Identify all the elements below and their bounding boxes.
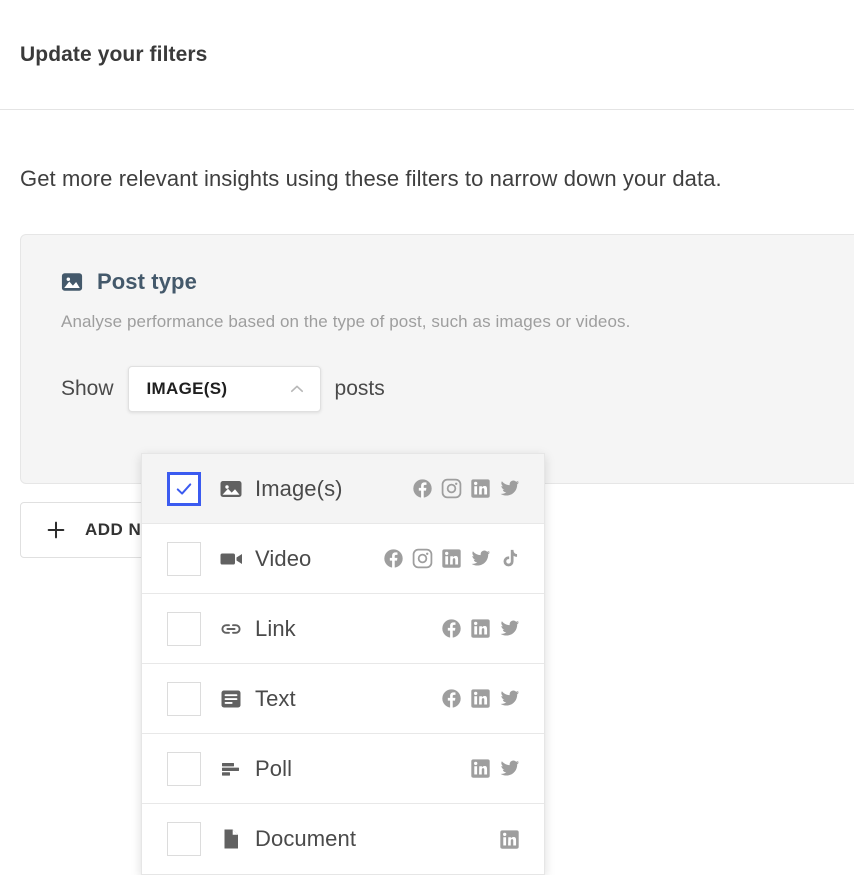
chevron-up-icon [288, 380, 306, 398]
network-availability-icons [412, 478, 520, 499]
option-label: Link [255, 615, 296, 641]
dropdown-option-poll[interactable]: Poll [142, 734, 544, 804]
show-label: Show [61, 377, 114, 400]
option-checkbox[interactable] [167, 822, 201, 856]
post-type-dropdown[interactable]: Image(s) Video Link Text Poll Document [141, 453, 545, 875]
dropdown-option-text[interactable]: Text [142, 664, 544, 734]
network-availability-icons [441, 618, 520, 639]
twitter-icon [499, 758, 520, 779]
filter-card-controls: Show IMAGE(S) posts [61, 366, 833, 412]
post-type-select-value: IMAGE(S) [146, 379, 228, 398]
option-label: Document [255, 826, 357, 851]
dropdown-option-link[interactable]: Link [142, 594, 544, 664]
image-icon [61, 271, 83, 293]
option-checkbox[interactable] [167, 681, 201, 716]
network-availability-icons [441, 688, 520, 709]
option-label: Poll [255, 755, 293, 781]
option-checkbox[interactable] [167, 471, 201, 506]
tiktok-icon [499, 548, 520, 569]
network-availability-icons [383, 548, 520, 569]
option-label: Image(s) [255, 475, 343, 501]
linkedin-icon [470, 478, 491, 499]
option-checkbox[interactable] [167, 751, 201, 786]
facebook-icon [441, 688, 462, 709]
linkedin-icon [499, 829, 520, 850]
dropdown-option-video[interactable]: Video [142, 524, 544, 594]
posts-label: posts [334, 377, 385, 400]
check-icon [176, 482, 192, 495]
plus-icon [45, 519, 67, 541]
facebook-icon [441, 618, 462, 639]
dropdown-option-image-s[interactable]: Image(s) [142, 454, 544, 524]
link-icon [219, 617, 243, 641]
document-icon [219, 827, 243, 851]
instagram-icon [441, 478, 462, 499]
facebook-icon [383, 548, 404, 569]
network-availability-icons [499, 829, 520, 850]
dialog-header: Update your filters [0, 0, 854, 110]
network-availability-icons [470, 758, 520, 779]
video-icon [219, 547, 243, 571]
linkedin-icon [441, 548, 462, 569]
linkedin-icon [470, 688, 491, 709]
option-checkbox[interactable] [167, 541, 201, 576]
facebook-icon [412, 478, 433, 499]
twitter-icon [499, 618, 520, 639]
instagram-icon [412, 548, 433, 569]
option-label: Text [255, 685, 296, 711]
post-type-select[interactable]: IMAGE(S) [127, 366, 321, 412]
dropdown-option-document[interactable]: Document [142, 804, 544, 874]
twitter-icon [499, 478, 520, 499]
image-icon [219, 477, 243, 501]
filter-card-title: Post type [97, 269, 197, 294]
poll-icon [219, 757, 243, 781]
filter-card-post-type: Post type Analyse performance based on t… [20, 234, 854, 484]
intro-description: Get more relevant insights using these f… [20, 166, 722, 191]
linkedin-icon [470, 618, 491, 639]
page-title: Update your filters [20, 42, 208, 66]
twitter-icon [499, 688, 520, 709]
linkedin-icon [470, 758, 491, 779]
filter-card-description: Analyse performance based on the type of… [61, 312, 631, 331]
option-checkbox[interactable] [167, 611, 201, 646]
text-icon [219, 687, 243, 711]
twitter-icon [470, 548, 491, 569]
filter-card-heading: Post type [61, 269, 833, 295]
option-label: Video [255, 545, 312, 571]
